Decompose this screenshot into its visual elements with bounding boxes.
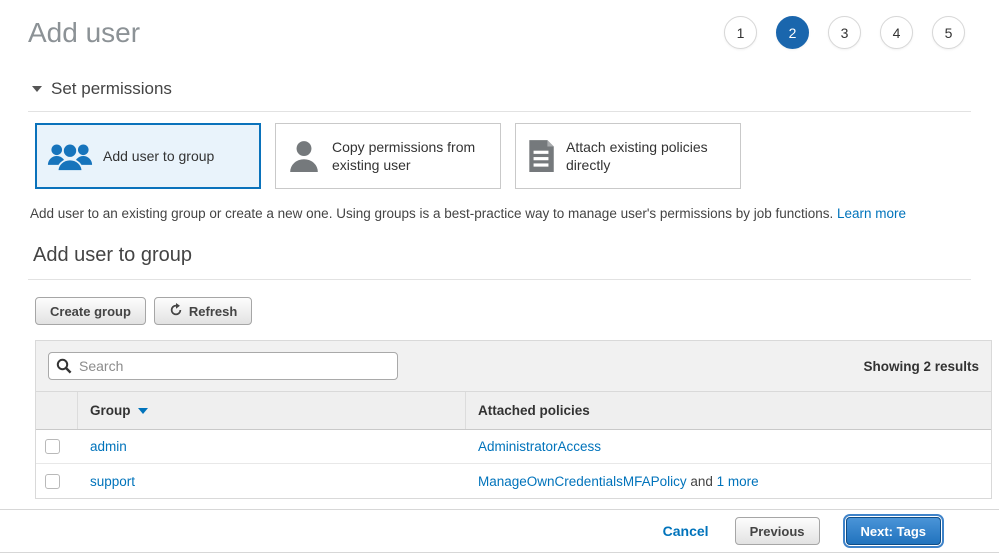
table-row-support: support ManageOwnCredentialsMFAPolicy an… [36,464,991,498]
option-label: Copy permissions from existing user [332,138,490,174]
results-count: Showing 2 results [863,359,979,374]
step-5: 5 [932,16,965,49]
wizard-footer: Cancel Previous Next: Tags [28,510,971,552]
step-indicator: 1 2 3 4 5 [724,16,965,49]
search-icon [56,358,72,377]
more-policies-link[interactable]: 1 more [717,474,759,489]
step-3: 3 [828,16,861,49]
search-input[interactable] [48,352,398,380]
add-user-page: Add user 1 2 3 4 5 Set permissions [0,0,999,553]
refresh-label: Refresh [189,304,237,319]
policies-column-header: Attached policies [466,392,991,429]
set-permissions-header[interactable]: Set permissions [32,79,971,99]
option-attach-policies[interactable]: Attach existing policies directly [515,123,741,189]
sort-descending-icon [138,408,148,414]
table-actions: Create group Refresh [35,297,971,325]
row-checkbox-admin[interactable] [45,439,60,454]
refresh-button[interactable]: Refresh [154,297,252,325]
policy-link-administratoraccess[interactable]: AdministratorAccess [478,439,601,454]
step-1: 1 [724,16,757,49]
option-label: Add user to group [103,147,214,165]
add-user-to-group-heading: Add user to group [33,244,971,267]
page-title: Add user [28,17,140,49]
group-link-admin[interactable]: admin [90,439,127,454]
group-column-label: Group [90,403,131,418]
create-group-button[interactable]: Create group [35,297,146,325]
previous-button[interactable]: Previous [735,517,820,545]
cancel-link[interactable]: Cancel [663,523,709,539]
option-add-user-to-group[interactable]: Add user to group [35,123,261,189]
permission-options: Add user to group Copy permissions from … [35,123,971,189]
group-column-header[interactable]: Group [78,392,466,429]
step-2-current: 2 [776,16,809,49]
divider [28,279,971,280]
description-text: Add user to an existing group or create … [30,206,833,221]
document-icon [526,139,556,173]
next-tags-button[interactable]: Next: Tags [846,517,942,545]
search-box [48,352,398,380]
table-row-admin: admin AdministratorAccess [36,430,991,464]
select-all-column [36,392,78,429]
table-header: Group Attached policies [36,392,991,430]
divider [28,111,971,112]
policies-column-label: Attached policies [478,403,590,418]
step-4: 4 [880,16,913,49]
table-toolbar: Showing 2 results [36,341,991,392]
option-copy-permissions[interactable]: Copy permissions from existing user [275,123,501,189]
user-icon [286,139,322,173]
option-label: Attach existing policies directly [566,138,730,174]
page-header: Add user 1 2 3 4 5 [28,16,971,49]
row-checkbox-support[interactable] [45,474,60,489]
bottom-divider [0,552,999,553]
set-permissions-title: Set permissions [51,79,172,99]
collapse-icon [32,86,42,92]
group-link-support[interactable]: support [90,474,135,489]
permissions-description: Add user to an existing group or create … [30,206,971,221]
learn-more-link[interactable]: Learn more [837,206,906,221]
groups-table: Showing 2 results Group Attached policie… [35,340,992,499]
refresh-icon [169,303,183,320]
user-group-icon [47,139,93,173]
policy-link-manageowncredentials[interactable]: ManageOwnCredentialsMFAPolicy [478,474,687,489]
and-text: and [690,474,716,489]
